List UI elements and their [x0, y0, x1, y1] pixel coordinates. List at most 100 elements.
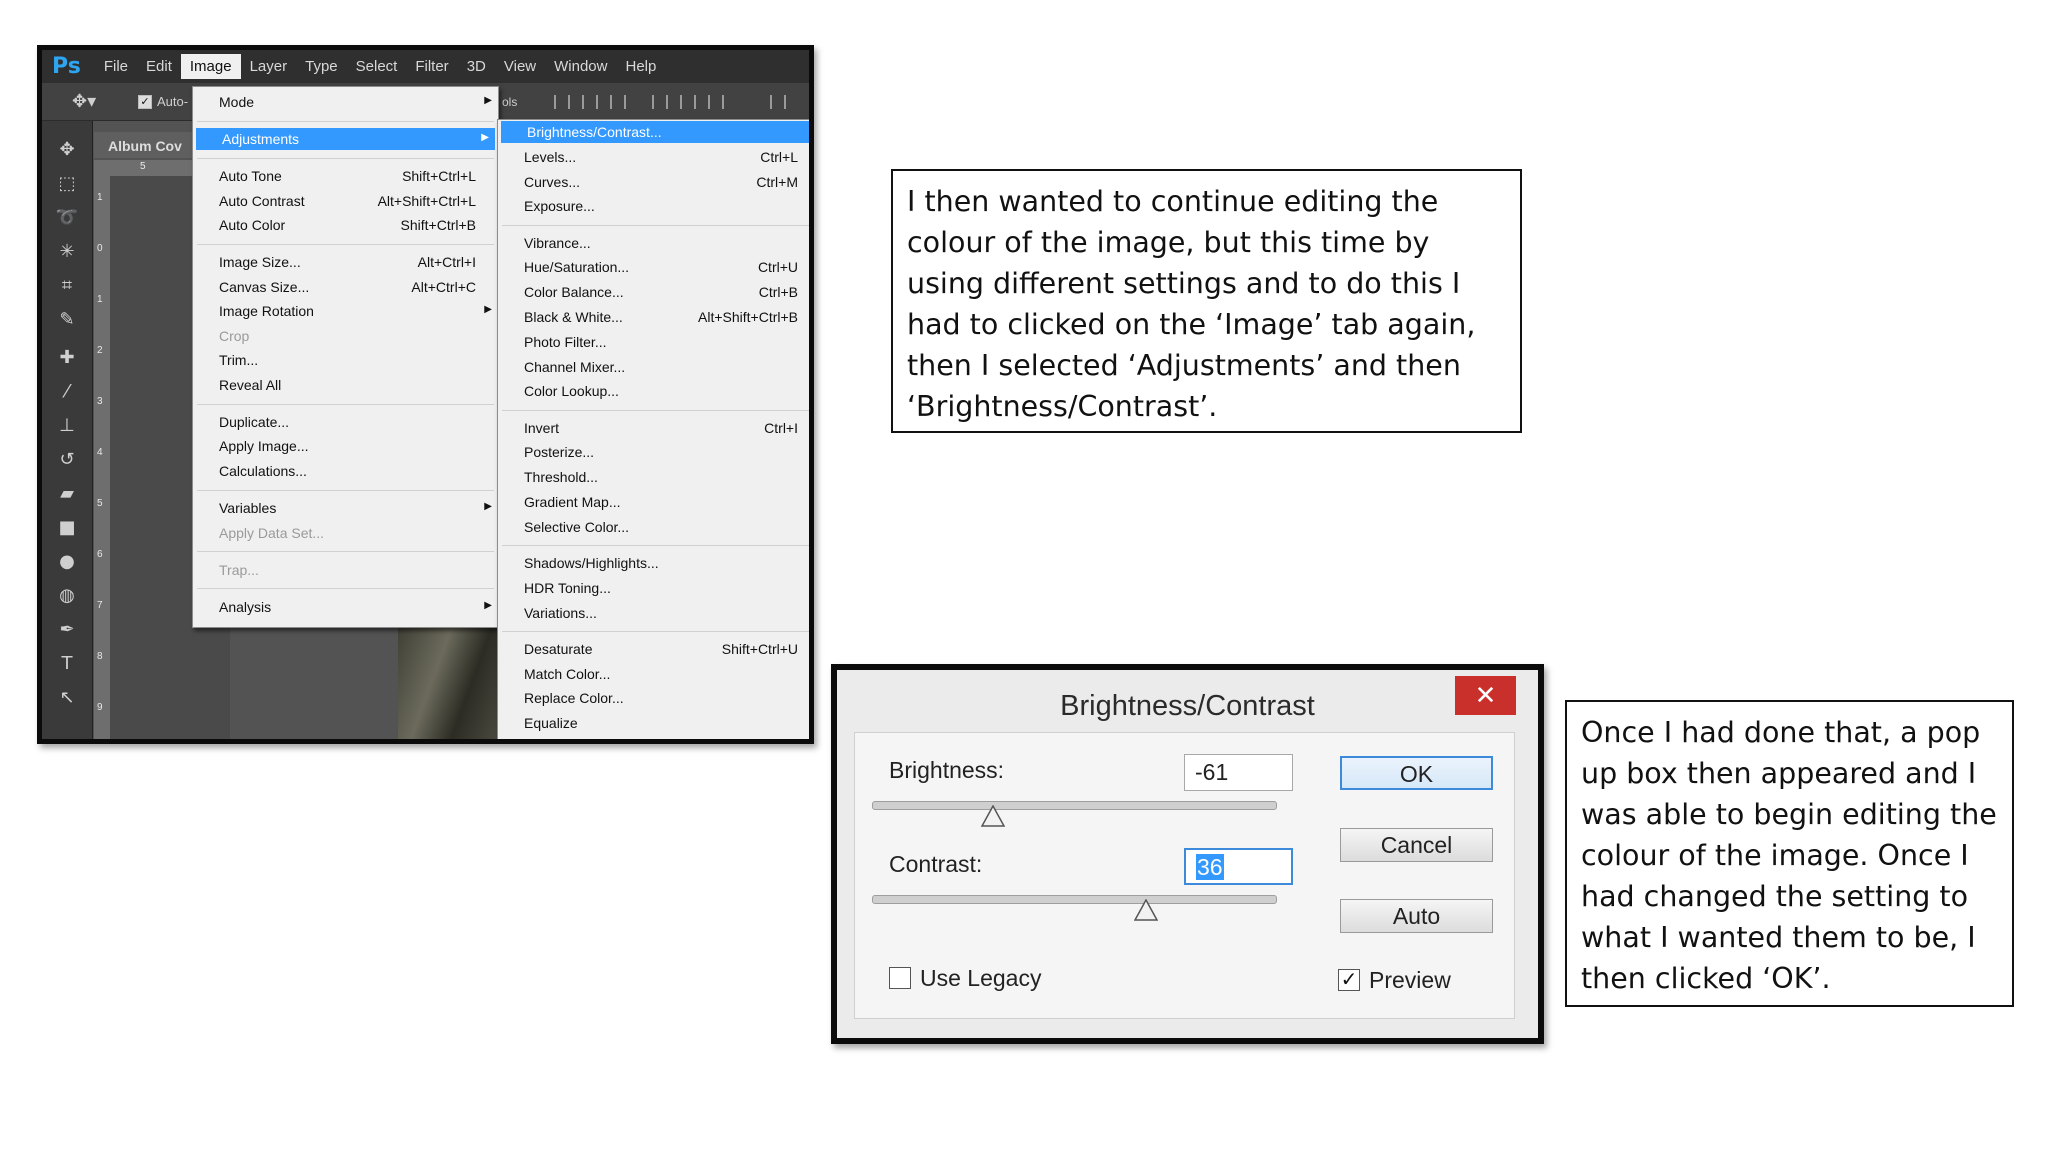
- menu-separator: [197, 489, 494, 491]
- menu-item-brightness-contrast[interactable]: Brightness/Contrast...: [501, 121, 809, 143]
- menu-item-threshold[interactable]: Threshold...: [498, 466, 809, 488]
- eyedropper-tool-icon[interactable]: ✎: [54, 307, 80, 333]
- menu-item-reveal-all[interactable]: Reveal All: [193, 374, 498, 396]
- menu-image[interactable]: Image: [180, 54, 241, 79]
- move-tool-icon[interactable]: ✥▾: [72, 91, 96, 112]
- brightness-slider-thumb[interactable]: [980, 805, 1005, 827]
- menu-item-label: Brightness/Contrast...: [527, 124, 662, 140]
- align-center-icon[interactable]: [582, 95, 598, 109]
- menu-item-selective-color[interactable]: Selective Color...: [498, 516, 809, 538]
- magic-wand-tool-icon[interactable]: ✳: [54, 239, 80, 265]
- menu-item-posterize[interactable]: Posterize...: [498, 441, 809, 463]
- menu-item-variations[interactable]: Variations...: [498, 602, 809, 624]
- marquee-tool-icon[interactable]: ⬚: [54, 171, 80, 197]
- menu-item-variables[interactable]: Variables ▶: [193, 497, 498, 519]
- menu-item-vibrance[interactable]: Vibrance...: [498, 232, 809, 254]
- cancel-button[interactable]: Cancel: [1340, 828, 1493, 862]
- menu-help[interactable]: Help: [616, 54, 665, 79]
- menu-filter[interactable]: Filter: [406, 54, 457, 79]
- auto-button[interactable]: Auto: [1340, 899, 1493, 933]
- move-tool-icon[interactable]: ✥: [54, 137, 80, 163]
- contrast-input-value: 36: [1196, 854, 1224, 880]
- menu-item-analysis[interactable]: Analysis ▶: [193, 596, 498, 618]
- menu-item-mode[interactable]: Mode ▶: [193, 91, 498, 113]
- menu-item-gradient-map[interactable]: Gradient Map...: [498, 491, 809, 513]
- healing-brush-tool-icon[interactable]: ✚: [54, 345, 80, 371]
- menu-item-invert[interactable]: Invert Ctrl+I: [498, 417, 809, 439]
- menu-item-color-lookup[interactable]: Color Lookup...: [498, 380, 809, 402]
- menu-item-equalize[interactable]: Equalize: [498, 712, 809, 734]
- menu-3d[interactable]: 3D: [458, 54, 495, 79]
- menu-item-auto-tone[interactable]: Auto Tone Shift+Ctrl+L: [193, 165, 498, 187]
- distribute-top-icon[interactable]: [652, 95, 668, 109]
- menu-item-shadows-highlights[interactable]: Shadows/Highlights...: [498, 552, 809, 574]
- close-button[interactable]: ✕: [1455, 676, 1516, 715]
- ok-button[interactable]: OK: [1340, 756, 1493, 790]
- menu-item-shortcut: Shift+Ctrl+U: [721, 640, 798, 657]
- menu-item-duplicate[interactable]: Duplicate...: [193, 411, 498, 433]
- menu-file[interactable]: File: [95, 54, 137, 79]
- menu-item-exposure[interactable]: Exposure...: [498, 195, 809, 217]
- menu-window[interactable]: Window: [545, 54, 616, 79]
- clone-stamp-tool-icon[interactable]: ⊥: [54, 413, 80, 439]
- menu-edit[interactable]: Edit: [137, 54, 181, 79]
- preview-checkbox[interactable]: ✓: [1338, 969, 1360, 991]
- menu-item-channel-mixer[interactable]: Channel Mixer...: [498, 356, 809, 378]
- menu-item-label: Trap...: [219, 561, 259, 578]
- menu-item-desaturate[interactable]: Desaturate Shift+Ctrl+U: [498, 638, 809, 660]
- menu-item-photo-filter[interactable]: Photo Filter...: [498, 331, 809, 353]
- menu-item-hue-saturation[interactable]: Hue/Saturation... Ctrl+U: [498, 256, 809, 278]
- menu-item-canvas-size[interactable]: Canvas Size... Alt+Ctrl+C: [193, 276, 498, 298]
- pen-tool-icon[interactable]: ✒: [54, 617, 80, 643]
- lasso-tool-icon[interactable]: ➰: [54, 205, 80, 231]
- eraser-tool-icon[interactable]: ▰: [54, 481, 80, 507]
- menu-item-label: Mode: [219, 94, 255, 110]
- menu-item-label: HDR Toning...: [524, 579, 611, 596]
- menu-item-image-size[interactable]: Image Size... Alt+Ctrl+I: [193, 251, 498, 273]
- auto-align-icon[interactable]: [770, 95, 786, 109]
- menu-item-hdr-toning[interactable]: HDR Toning...: [498, 577, 809, 599]
- contrast-input[interactable]: 36: [1184, 848, 1293, 885]
- align-left-icon[interactable]: [554, 95, 570, 109]
- gradient-tool-icon[interactable]: ■: [54, 515, 80, 541]
- menu-item-label: Photo Filter...: [524, 333, 607, 350]
- type-tool-icon[interactable]: T: [54, 651, 80, 677]
- menu-view[interactable]: View: [495, 54, 545, 79]
- adjustments-submenu: Brightness/Contrast... Levels... Ctrl+L Cur…: [497, 119, 809, 739]
- menu-item-auto-color[interactable]: Auto Color Shift+Ctrl+B: [193, 214, 498, 236]
- brightness-slider-track[interactable]: [872, 801, 1277, 810]
- contrast-slider-track[interactable]: [872, 895, 1277, 904]
- menu-item-trim[interactable]: Trim...: [193, 349, 498, 371]
- path-selection-tool-icon[interactable]: ↖: [54, 685, 80, 711]
- menu-item-image-rotation[interactable]: Image Rotation ▶: [193, 300, 498, 322]
- align-right-icon[interactable]: [610, 95, 626, 109]
- menu-type[interactable]: Type: [296, 54, 347, 79]
- history-brush-tool-icon[interactable]: ↺: [54, 447, 80, 473]
- ruler-left-number: 6: [97, 549, 103, 560]
- brush-tool-icon[interactable]: ⁄: [54, 379, 80, 405]
- blur-tool-icon[interactable]: ●: [54, 549, 80, 575]
- crop-tool-icon[interactable]: ⌗: [54, 273, 80, 299]
- menu-item-apply-image[interactable]: Apply Image...: [193, 435, 498, 457]
- auto-select-checkbox[interactable]: ✓: [138, 95, 152, 109]
- menu-item-auto-contrast[interactable]: Auto Contrast Alt+Shift+Ctrl+L: [193, 190, 498, 212]
- dodge-tool-icon[interactable]: ◍: [54, 583, 80, 609]
- menu-item-adjustments[interactable]: Adjustments ▶: [196, 128, 495, 151]
- use-legacy-checkbox[interactable]: [889, 967, 911, 989]
- menu-layer[interactable]: Layer: [241, 54, 297, 79]
- menu-item-replace-color[interactable]: Replace Color...: [498, 687, 809, 709]
- contrast-slider-thumb[interactable]: [1134, 899, 1159, 921]
- menu-item-calculations[interactable]: Calculations...: [193, 460, 498, 482]
- menu-item-color-balance[interactable]: Color Balance... Ctrl+B: [498, 281, 809, 303]
- brightness-input[interactable]: -61: [1184, 754, 1293, 791]
- distribute-middle-icon[interactable]: [680, 95, 696, 109]
- menu-item-label: Curves...: [524, 173, 581, 190]
- menu-item-levels[interactable]: Levels... Ctrl+L: [498, 146, 809, 168]
- menu-item-black-white[interactable]: Black & White... Alt+Shift+Ctrl+B: [498, 306, 809, 328]
- menu-item-match-color[interactable]: Match Color...: [498, 663, 809, 685]
- ruler-left-number: 1: [97, 192, 103, 203]
- menu-separator: [502, 409, 809, 411]
- distribute-bottom-icon[interactable]: [708, 95, 724, 109]
- menu-select[interactable]: Select: [347, 54, 407, 79]
- menu-item-curves[interactable]: Curves... Ctrl+M: [498, 171, 809, 193]
